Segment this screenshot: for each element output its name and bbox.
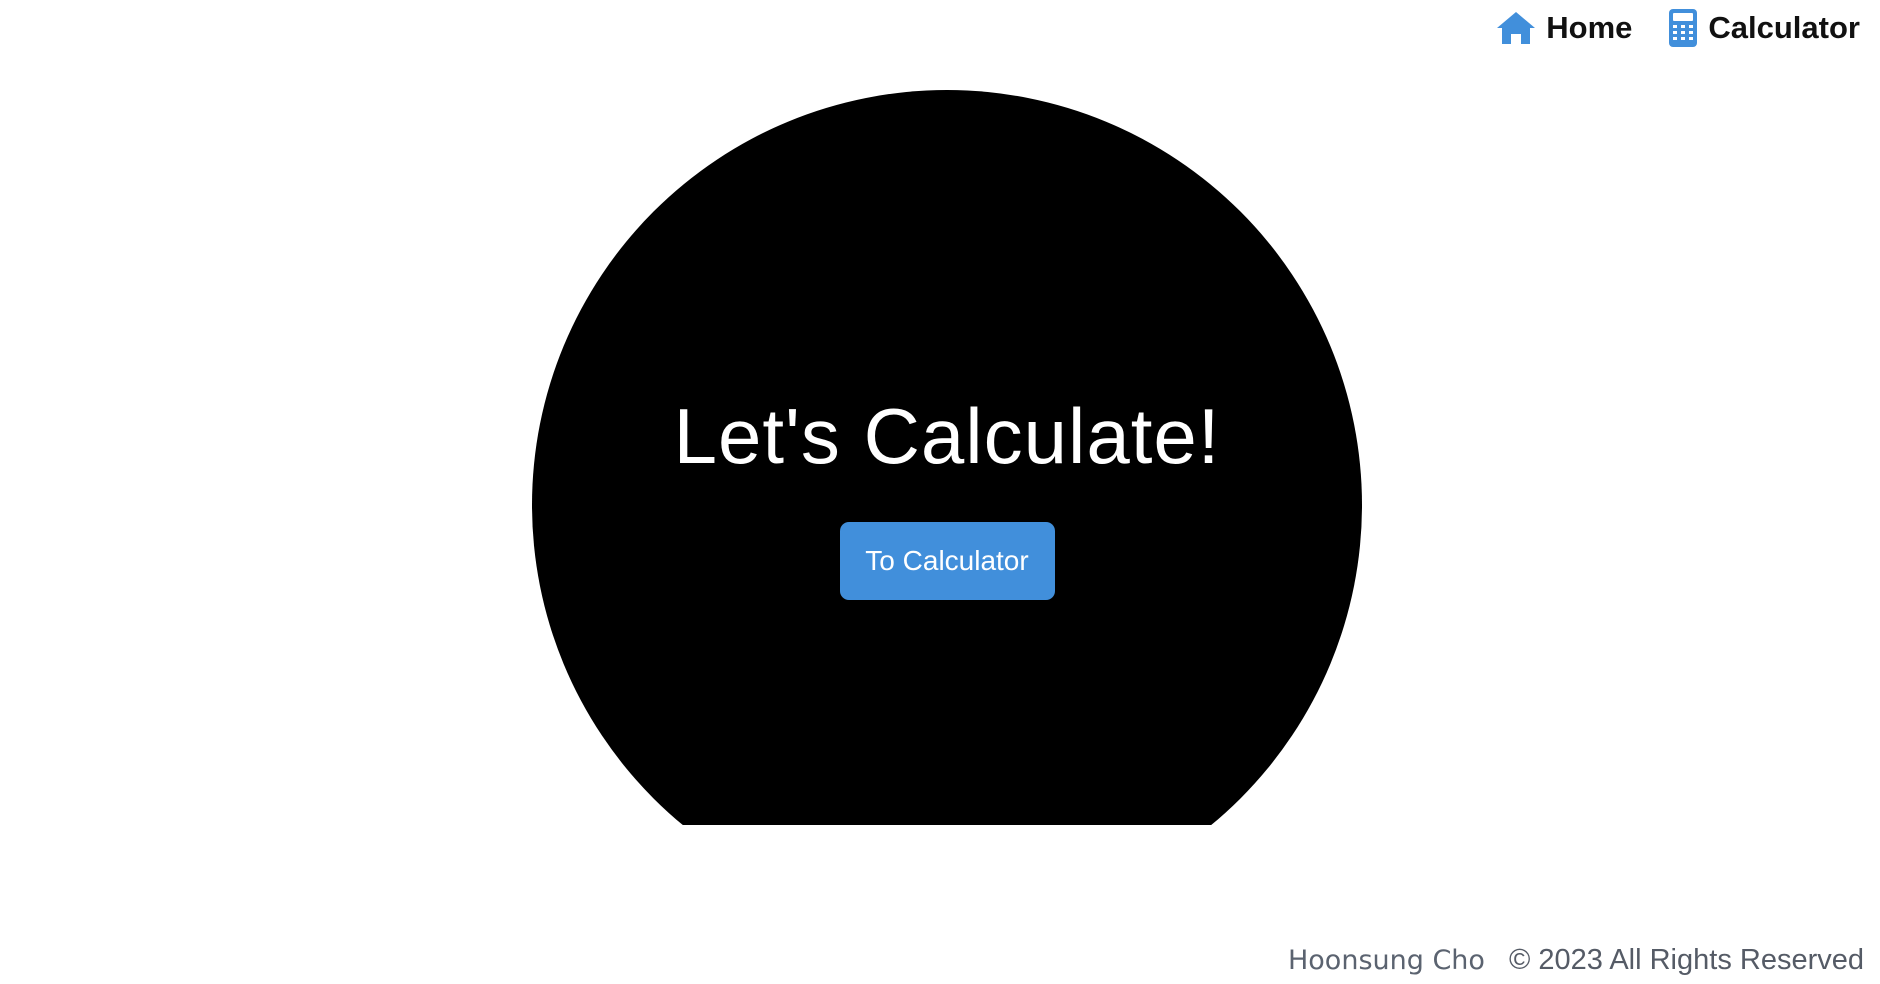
nav-link-home[interactable]: Home: [1496, 10, 1632, 46]
hero-title: Let's Calculate!: [673, 392, 1221, 480]
to-calculator-button[interactable]: To Calculator: [839, 521, 1055, 600]
page: Home Calculator Let's Calculate! To Calc…: [0, 0, 1880, 984]
calculator-icon: [1668, 8, 1698, 48]
top-nav: Home Calculator: [1496, 8, 1860, 48]
footer-copyright: © 2023 All Rights Reserved: [1508, 944, 1864, 976]
footer: Hoonsung Cho © 2023 All Rights Reserved: [1288, 944, 1864, 977]
hero-circle-clip: [0, 825, 1880, 945]
nav-link-calculator-label: Calculator: [1708, 10, 1860, 45]
footer-author: Hoonsung Cho: [1287, 945, 1485, 976]
home-icon: [1496, 10, 1536, 46]
hero-content: Let's Calculate! To Calculator: [532, 390, 1362, 600]
nav-link-calculator[interactable]: Calculator: [1668, 8, 1860, 48]
nav-link-home-label: Home: [1546, 10, 1633, 45]
